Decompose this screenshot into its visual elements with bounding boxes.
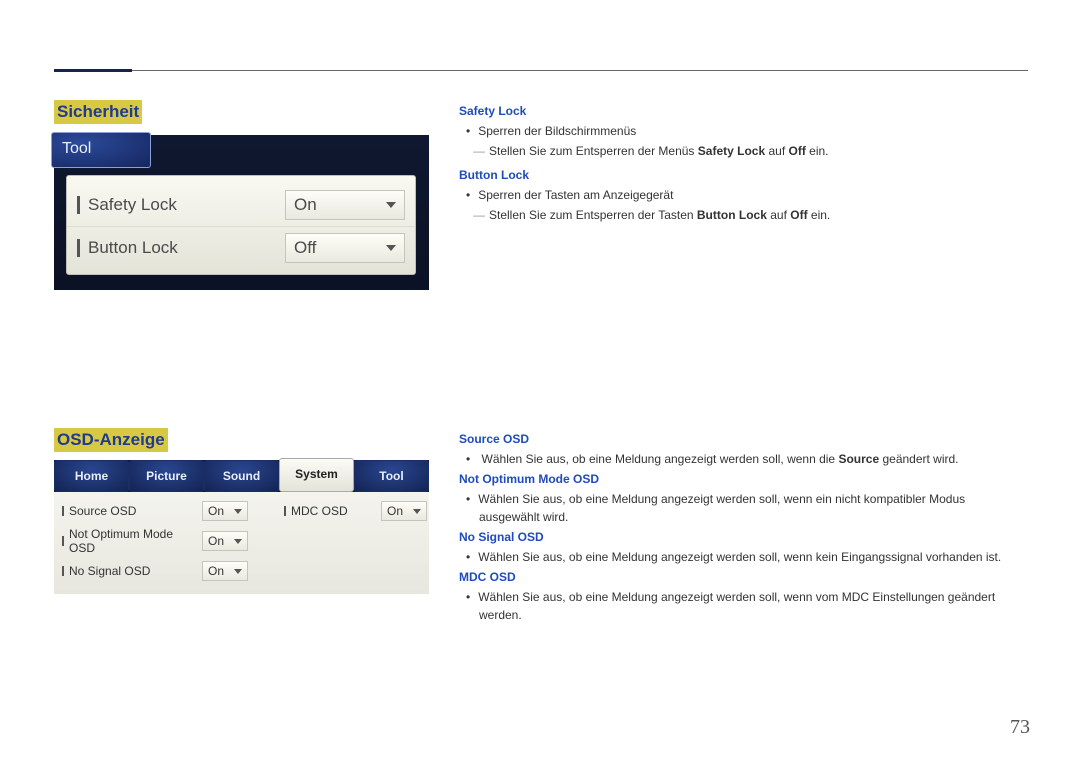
bullet-text: Wählen Sie aus, ob eine Meldung angezeig…: [479, 490, 1027, 526]
row-label: Safety Lock: [88, 195, 285, 215]
select-value: On: [208, 534, 224, 548]
heading-source-osd: Source OSD: [459, 430, 1027, 448]
source-osd-select[interactable]: On: [202, 501, 248, 521]
section2-description: Source OSD Wählen Sie aus, ob eine Meldu…: [459, 428, 1027, 626]
heading-safety-lock: Safety Lock: [459, 102, 1027, 120]
chevron-down-icon: [234, 509, 242, 514]
bold-text: Off: [789, 144, 806, 158]
heading-not-optimum: Not Optimum Mode OSD: [459, 470, 1027, 488]
heading-button-lock: Button Lock: [459, 166, 1027, 184]
bold-text: Source: [838, 452, 879, 466]
row-label-not-optimum: Not Optimum Mode OSD: [62, 527, 202, 555]
osd-body: Safety Lock On Button Lock Off: [66, 175, 416, 275]
row-marker-icon: [77, 239, 80, 257]
bullet-text: Wählen Sie aus, ob eine Meldung angezeig…: [479, 450, 1027, 468]
text: ein.: [806, 144, 829, 158]
chevron-down-icon: [234, 539, 242, 544]
bullet-text: Wählen Sie aus, ob eine Meldung angezeig…: [479, 588, 1027, 624]
not-optimum-select[interactable]: On: [202, 531, 248, 551]
row-marker-icon: [284, 506, 286, 516]
subnote-text: Stellen Sie zum Entsperren der Tasten Bu…: [489, 206, 1027, 224]
label-text: MDC OSD: [291, 504, 348, 518]
safety-osd-panel: Tool Safety Lock On Button Lock Off: [54, 135, 429, 290]
text: Stellen Sie zum Entsperren der Tasten: [489, 208, 697, 222]
osd-tab-tool[interactable]: Tool: [51, 132, 151, 168]
row-label-no-signal: No Signal OSD: [62, 564, 202, 578]
chevron-down-icon: [413, 509, 421, 514]
select-value: On: [294, 195, 317, 215]
bullet-text: Wählen Sie aus, ob eine Meldung angezeig…: [479, 548, 1027, 566]
chevron-down-icon: [234, 569, 242, 574]
button-lock-select[interactable]: Off: [285, 233, 405, 263]
row-label-source-osd: Source OSD: [62, 504, 202, 518]
tab-system[interactable]: System: [279, 458, 354, 492]
text: Wählen Sie aus, ob eine Meldung angezeig…: [482, 452, 839, 466]
safety-lock-select[interactable]: On: [285, 190, 405, 220]
section1-description: Safety Lock Sperren der Bildschirmmenüs …: [459, 100, 1027, 230]
tab-picture[interactable]: Picture: [129, 460, 204, 492]
select-value: On: [208, 504, 224, 518]
subnote-text: Stellen Sie zum Entsperren der Menüs Saf…: [489, 142, 1027, 160]
page-number: 73: [1010, 716, 1030, 739]
row-label-mdc-osd: MDC OSD: [276, 504, 381, 518]
heading-no-signal: No Signal OSD: [459, 528, 1027, 546]
no-signal-select[interactable]: On: [202, 561, 248, 581]
row-marker-icon: [62, 536, 64, 546]
section-title-osd-anzeige: OSD-Anzeige: [54, 428, 168, 452]
row-marker-icon: [77, 196, 80, 214]
bold-text: Button Lock: [697, 208, 767, 222]
row-label: Button Lock: [88, 238, 285, 258]
osd-row-safety-lock: Safety Lock On: [67, 184, 415, 226]
chevron-down-icon: [386, 202, 396, 208]
text: Stellen Sie zum Entsperren der Menüs: [489, 144, 698, 158]
bullet-text: Sperren der Bildschirmmenüs: [479, 122, 1027, 140]
osd-anzeige-panel: Home Picture Sound System Tool Source OS…: [54, 460, 429, 594]
bold-text: Off: [790, 208, 807, 222]
select-value: On: [208, 564, 224, 578]
accent-bar: [54, 69, 132, 72]
text: ein.: [808, 208, 831, 222]
bold-text: Safety Lock: [698, 144, 765, 158]
section-title-sicherheit: Sicherheit: [54, 100, 142, 124]
label-text: No Signal OSD: [69, 564, 150, 578]
osd-row-button-lock: Button Lock Off: [67, 226, 415, 268]
bullet-text: Sperren der Tasten am Anzeigegerät: [479, 186, 1027, 204]
mdc-osd-select[interactable]: On: [381, 501, 427, 521]
osd-tabbar: Home Picture Sound System Tool: [54, 460, 429, 492]
tab-sound[interactable]: Sound: [204, 460, 279, 492]
label-text: Not Optimum Mode OSD: [69, 527, 202, 555]
row-marker-icon: [62, 566, 64, 576]
osd-body: Source OSD On MDC OSD On Not Optimum Mod…: [54, 492, 429, 594]
tab-home[interactable]: Home: [54, 460, 129, 492]
row-marker-icon: [62, 506, 64, 516]
chevron-down-icon: [386, 245, 396, 251]
text: auf: [765, 144, 788, 158]
horizontal-rule: [54, 70, 1028, 71]
label-text: Source OSD: [69, 504, 136, 518]
select-value: On: [387, 504, 403, 518]
tab-tool[interactable]: Tool: [354, 460, 429, 492]
heading-mdc-osd: MDC OSD: [459, 568, 1027, 586]
text: geändert wird.: [879, 452, 958, 466]
text: auf: [767, 208, 790, 222]
select-value: Off: [294, 238, 316, 258]
